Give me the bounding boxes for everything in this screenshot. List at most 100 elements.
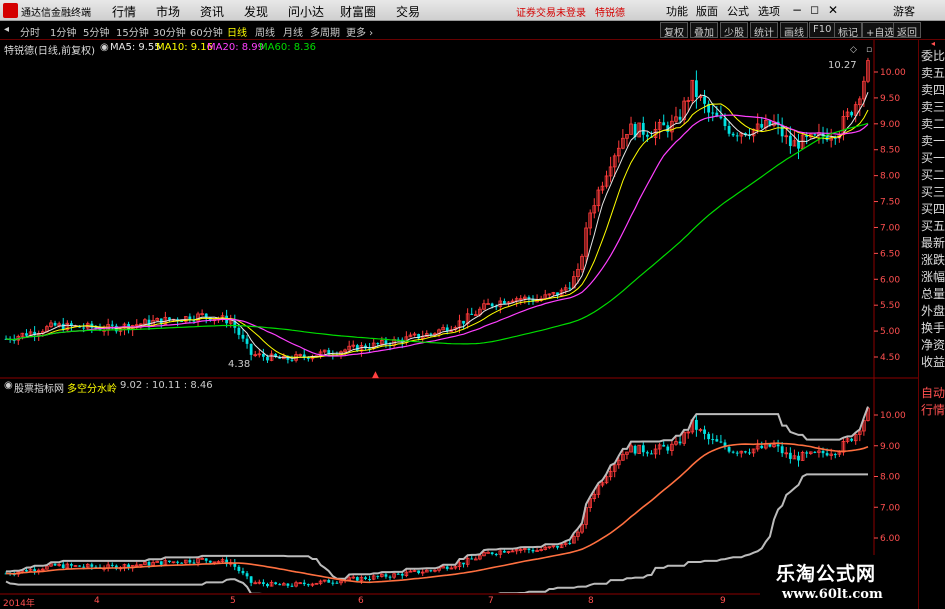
menu-item-xuanxiang[interactable]: 选项 [758, 3, 780, 19]
panel-item[interactable]: 卖一 [920, 133, 945, 150]
tab-30min[interactable]: 30分钟 [153, 24, 186, 39]
panel-item[interactable]: 卖三 [920, 99, 945, 116]
candle-body [490, 303, 494, 307]
kline-chart[interactable]: 10.00 9.50 9.00 8.50 8.00 7.50 7.00 6.50 6.00 5.5… [0, 40, 918, 595]
menu-item-banmian[interactable]: 版面 [696, 3, 718, 19]
panel-item[interactable]: 换手 [920, 320, 945, 337]
candle-body [788, 452, 792, 459]
zoom-icon[interactable]: ◇ [850, 45, 857, 55]
login-warning[interactable]: 证券交易未登录 [516, 4, 586, 19]
minimize-icon[interactable]: − [792, 3, 802, 17]
candle-body [490, 552, 494, 554]
date-label: 8 [588, 596, 594, 606]
candle-body [110, 564, 114, 566]
panel-item[interactable]: 买三 [920, 184, 945, 201]
candle-body [364, 577, 367, 580]
panel-item[interactable]: 买二 [920, 167, 945, 184]
menu-item-zixun[interactable]: 资讯 [200, 3, 224, 20]
close-icon[interactable]: ✕ [828, 3, 838, 17]
menu-item-faxian[interactable]: 发现 [244, 3, 268, 20]
panel-item[interactable]: 涨幅 [920, 269, 945, 286]
guest-label[interactable]: 游客 [893, 3, 915, 19]
panel-item[interactable]: 外盘 [920, 303, 945, 320]
menu-item-gongshi[interactable]: 公式 [727, 3, 749, 19]
menu-item-jiaoyi[interactable]: 交易 [396, 3, 420, 20]
candle-body [760, 445, 764, 449]
tab-fenshi[interactable]: 分时 [20, 24, 40, 39]
tab-15min[interactable]: 15分钟 [116, 24, 149, 39]
tab-monthly[interactable]: 月线 [283, 24, 303, 39]
tab-5min[interactable]: 5分钟 [83, 24, 109, 39]
panel-item[interactable]: 委比 [920, 48, 945, 65]
panel-item[interactable]: 买四 [920, 201, 945, 218]
ma20-line [5, 114, 869, 357]
mark-button[interactable]: 标记 [834, 22, 862, 39]
menu-bar: 通达信金融终端 行情 市场 资讯 发现 问小达 财富圈 交易 证券交易未登录 特… [0, 0, 945, 21]
menu-item-caifuquan[interactable]: 财富圈 [340, 3, 376, 20]
panel-item[interactable]: 涨跌 [920, 252, 945, 269]
candle-body [286, 583, 290, 586]
tab-1min[interactable]: 1分钟 [50, 24, 76, 39]
tab-daily[interactable]: 日线 [227, 24, 247, 39]
candle-body [147, 319, 151, 326]
overlay-button[interactable]: 叠加 [690, 22, 718, 39]
fuquan-button[interactable]: 复权 [660, 22, 688, 39]
candle-body [527, 548, 531, 550]
event-marker-icon[interactable]: ▲ [372, 370, 379, 380]
candle-body [53, 563, 57, 566]
candle-body [168, 317, 171, 320]
panel-item[interactable]: 买五 [920, 218, 945, 235]
app-logo-icon [3, 3, 18, 18]
tab-weekly[interactable]: 周线 [255, 24, 275, 39]
candle-body [641, 445, 645, 453]
candle-body [147, 562, 151, 566]
menu-item-shichang[interactable]: 市场 [156, 3, 180, 20]
window-icon[interactable]: ▫ [866, 45, 872, 55]
stats-button[interactable]: 统计 [750, 22, 778, 39]
candle-body [429, 333, 433, 335]
candle-body [302, 582, 306, 585]
panel-item[interactable]: 净资 [920, 337, 945, 354]
panel-auto[interactable]: 自动 [920, 385, 945, 402]
panel-item[interactable]: 卖四 [920, 82, 945, 99]
indicator-lines [5, 406, 869, 593]
restore-icon[interactable]: ◻ [810, 3, 819, 16]
current-stock-name: 特锐德 [595, 8, 625, 19]
ma10-line [5, 103, 869, 358]
menu-item-gongneng[interactable]: 功能 [666, 3, 688, 19]
candle-body [306, 584, 310, 586]
price-axis-label: 9.00 [880, 120, 900, 130]
ma5-line [5, 92, 869, 359]
f10-button[interactable]: F10 [809, 22, 836, 38]
candle-body [249, 576, 253, 583]
candle-body [290, 585, 294, 587]
panel-item[interactable]: 收益 [920, 354, 945, 371]
scroll-left-icon[interactable]: ◂ [4, 24, 9, 35]
panel-item[interactable]: 最新 [920, 235, 945, 252]
candle-body [735, 135, 739, 137]
panel-toggle-icon[interactable]: ◂ [920, 40, 945, 48]
candle-body [417, 570, 421, 574]
panel-item[interactable]: 总量 [920, 286, 945, 303]
candle-body [192, 320, 196, 322]
indicator-axis-label: 8.00 [880, 473, 900, 483]
menu-item-wenxiaoda[interactable]: 问小达 [288, 3, 324, 20]
tab-more[interactable]: 更多 › [346, 24, 373, 39]
date-label: 9 [720, 596, 726, 606]
candle-body [650, 453, 653, 455]
indicator-axis-label: 7.00 [880, 503, 900, 513]
tab-multi-period[interactable]: 多周期 [310, 24, 340, 39]
draw-line-button[interactable]: 画线 [780, 22, 808, 39]
candle-body [400, 573, 404, 576]
candle-body [249, 343, 253, 355]
panel-item[interactable]: 卖五 [920, 65, 945, 82]
tab-60min[interactable]: 60分钟 [190, 24, 223, 39]
menu-item-hangqing[interactable]: 行情 [112, 3, 136, 20]
price-axis-label: 7.50 [880, 198, 900, 208]
panel-quote[interactable]: 行情 [920, 402, 945, 419]
candle-body [192, 562, 196, 564]
panel-item[interactable]: 买一 [920, 150, 945, 167]
panel-item[interactable]: 卖二 [920, 116, 945, 133]
back-button[interactable]: 返回 [893, 22, 921, 39]
shares-button[interactable]: 少股 [720, 22, 748, 39]
